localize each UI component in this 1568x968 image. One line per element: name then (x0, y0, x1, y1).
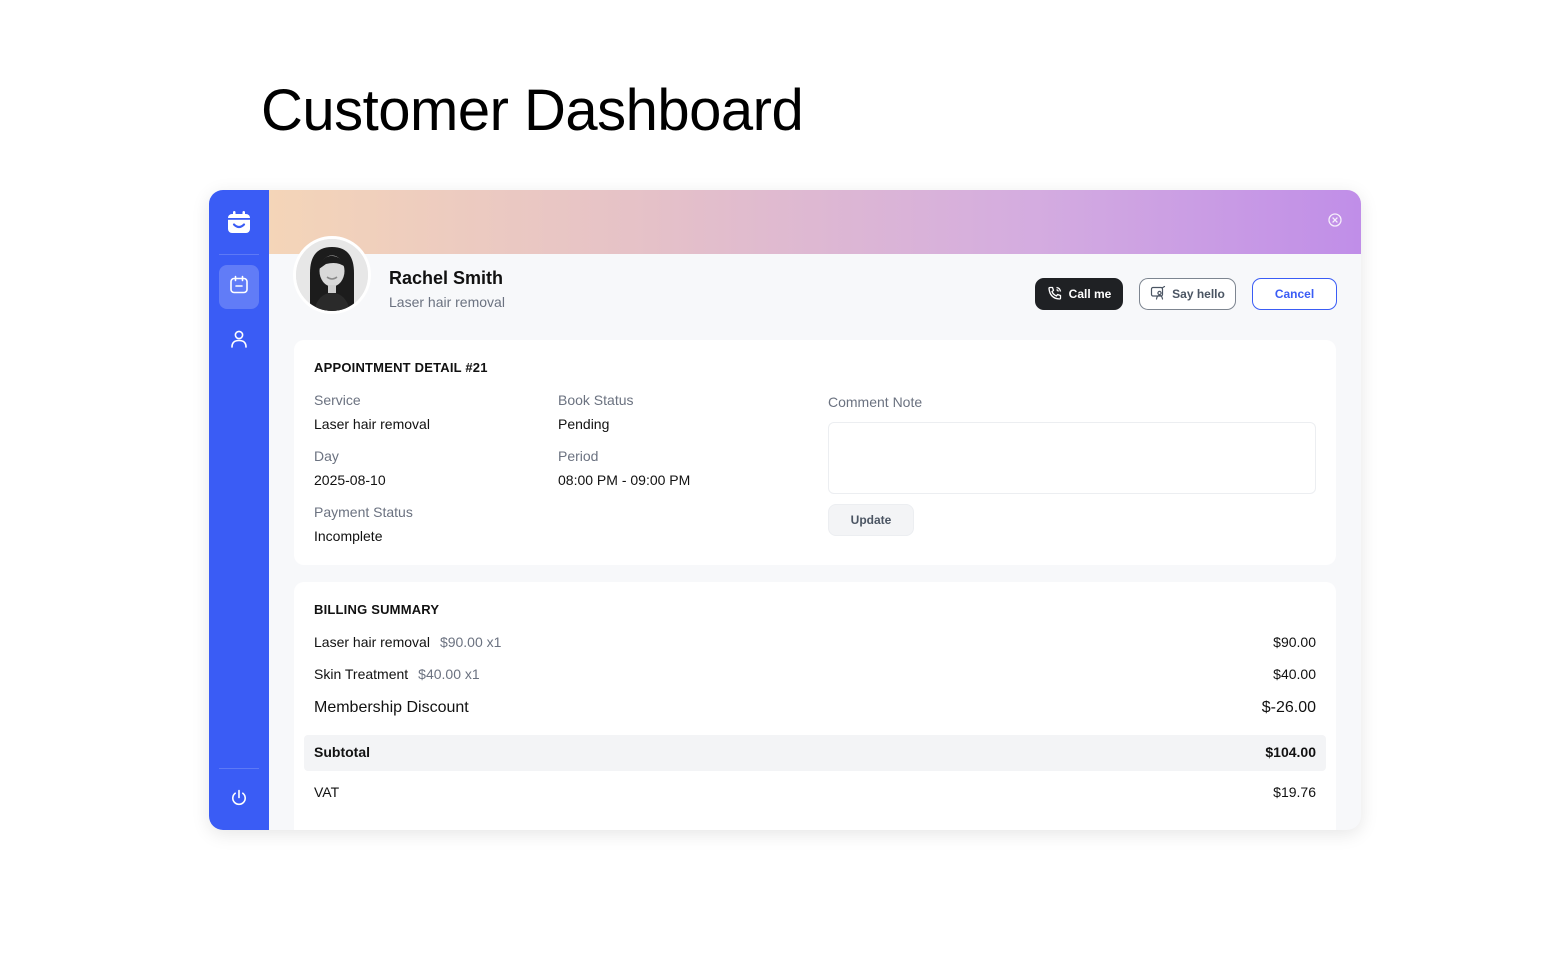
billing-line: Skin Treatment $40.00 x1 $40.00 (314, 666, 1316, 682)
vat-label: VAT (314, 784, 340, 800)
day-value: 2025-08-10 (314, 472, 386, 488)
phone-icon (1047, 285, 1063, 304)
discount-label: Membership Discount (314, 699, 469, 716)
vat-amount: $19.76 (1273, 784, 1316, 800)
page-title: Customer Dashboard (261, 78, 804, 143)
payment-status-value: Incomplete (314, 528, 383, 544)
billing-line-unit: $90.00 x1 (439, 634, 502, 650)
cancel-button[interactable]: Cancel (1252, 278, 1337, 310)
call-me-button[interactable]: Call me (1035, 278, 1123, 310)
billing-line: Laser hair removal $90.00 x1 $90.00 (314, 634, 1316, 650)
book-status-label: Book Status (558, 392, 634, 408)
power-icon (229, 788, 249, 813)
service-value: Laser hair removal (314, 416, 430, 432)
say-hello-label: Say hello (1172, 287, 1225, 301)
payment-status-label: Payment Status (314, 504, 413, 520)
service-label: Service (314, 392, 361, 408)
say-hello-button[interactable]: Say hello (1139, 278, 1236, 310)
customer-service: Laser hair removal (389, 294, 505, 310)
period-value: 08:00 PM - 09:00 PM (558, 472, 691, 488)
comment-note-input[interactable] (828, 422, 1316, 494)
calendar-icon (228, 274, 250, 301)
billing-summary-card: BILLING SUMMARY Laser hair removal $90.00… (294, 582, 1336, 830)
close-button[interactable] (1327, 212, 1343, 232)
billing-line-name: Skin Treatment (314, 666, 409, 682)
customer-name: Rachel Smith (389, 268, 504, 288)
billing-line-amount: $40.00 (1273, 666, 1316, 682)
billing-line-amount: $90.00 (1273, 634, 1316, 650)
day-label: Day (314, 448, 339, 464)
sidebar (209, 190, 269, 830)
wave-icon (1150, 285, 1166, 304)
appointment-detail-card: APPOINTMENT DETAIL #21 Service Laser hai… (294, 340, 1336, 565)
profile-banner (269, 190, 1361, 254)
billing-line-name: Laser hair removal (314, 634, 430, 650)
main-panel: Rachel Smith Laser hair removal Call me (269, 190, 1361, 830)
close-icon (1328, 212, 1342, 232)
avatar (293, 236, 371, 314)
subtotal-label: Subtotal (314, 744, 370, 760)
call-me-label: Call me (1068, 287, 1112, 301)
discount-amount: $-26.00 (1261, 699, 1316, 716)
app-window: Rachel Smith Laser hair removal Call me (209, 190, 1361, 830)
subtotal-amount: $104.00 (1265, 744, 1316, 760)
book-status-value: Pending (558, 416, 610, 432)
billing-summary-title: BILLING SUMMARY (314, 602, 440, 617)
appointment-detail-title: APPOINTMENT DETAIL #21 (314, 360, 488, 375)
logout-button[interactable] (219, 778, 259, 822)
sidebar-divider (219, 768, 259, 769)
membership-discount-row: Membership Discount $-26.00 (314, 699, 1316, 717)
comment-note-label: Comment Note (828, 394, 923, 410)
calendar-smile-icon (225, 208, 253, 236)
subtotal-row: Subtotal $104.00 (314, 744, 1316, 760)
sidebar-divider (219, 254, 259, 255)
period-label: Period (558, 448, 599, 464)
billing-line-unit: $40.00 x1 (418, 666, 480, 682)
update-button[interactable]: Update (828, 504, 914, 536)
sidebar-item-appointments[interactable] (219, 265, 259, 309)
user-icon (228, 328, 250, 355)
sidebar-item-customers[interactable] (219, 319, 259, 363)
vat-row: VAT $19.76 (314, 784, 1316, 800)
